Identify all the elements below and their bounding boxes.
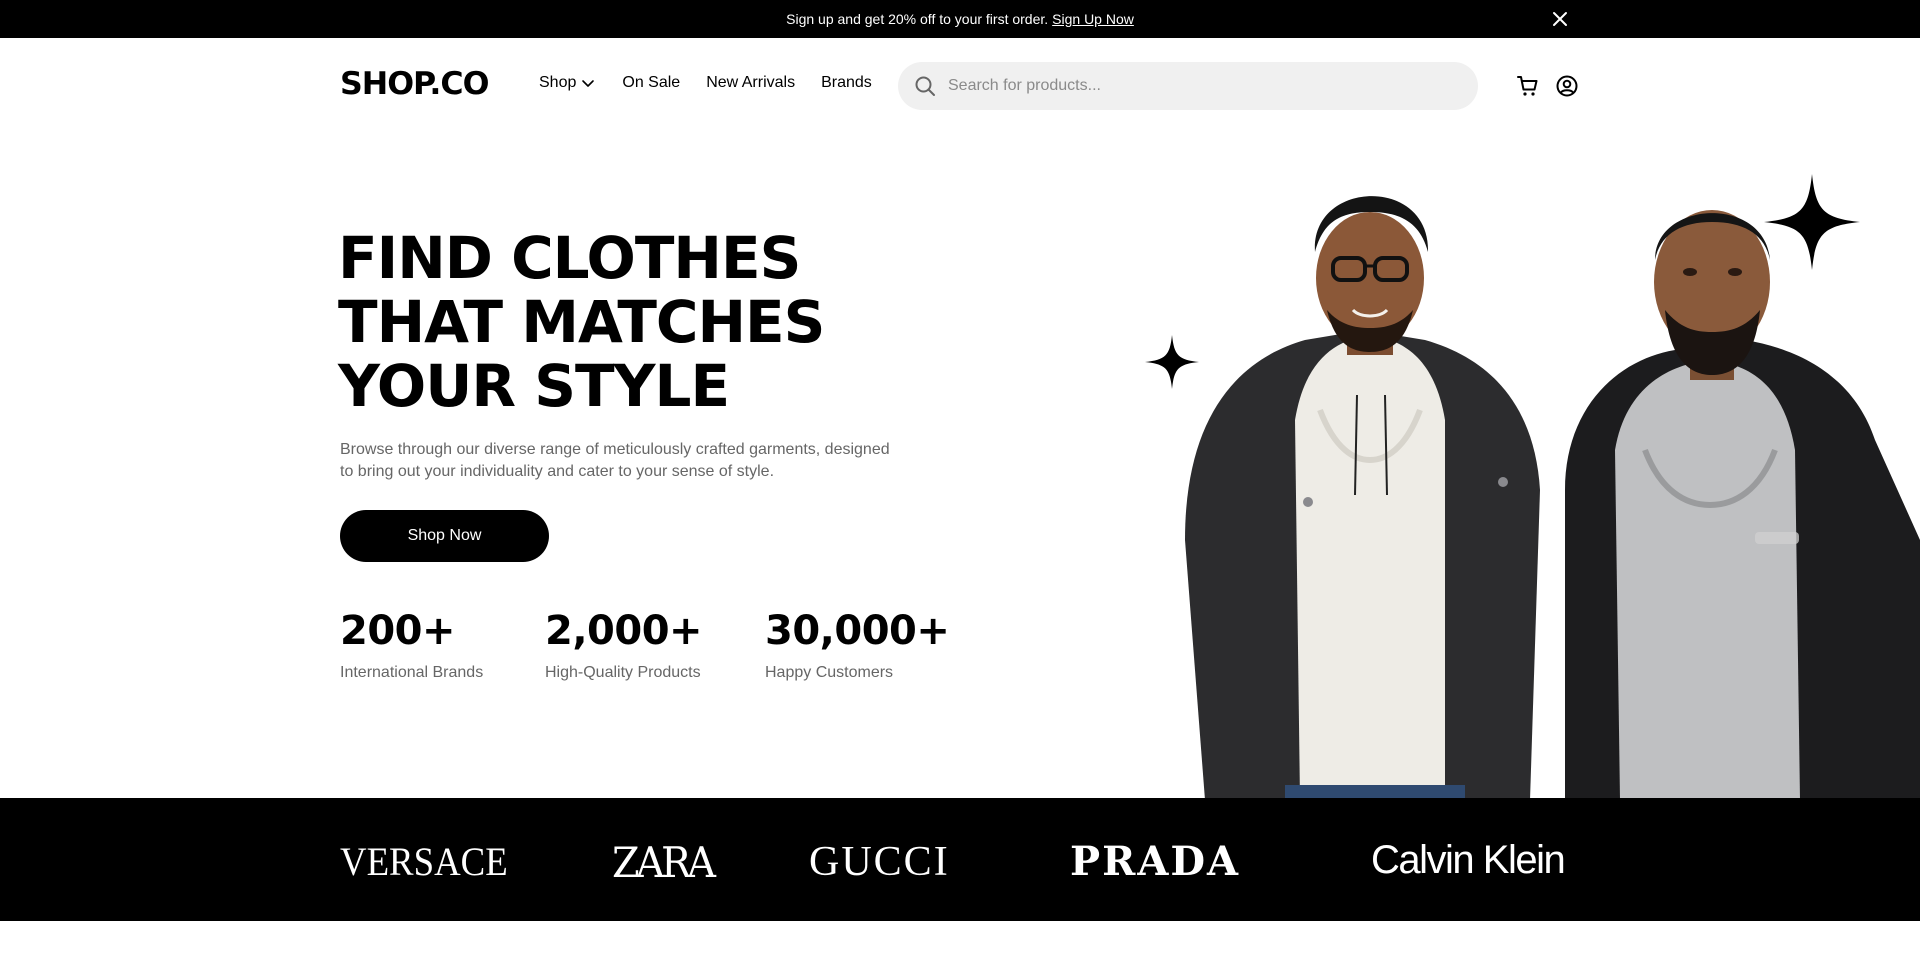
stat-value: 30,000+ [765,608,950,654]
hero-title-line: FIND CLOTHES [338,224,801,292]
stat-value: 2,000+ [545,608,703,654]
sign-up-link[interactable]: Sign Up Now [1052,11,1134,27]
search-icon [915,76,935,96]
stat-products: 2,000+ High-Quality Products [545,606,703,682]
logo[interactable]: SHOP.CO [340,66,489,102]
site-header: SHOP.CO Shop On Sale New Arrivals Brands [0,38,1920,134]
nav-item-brands[interactable]: Brands [821,74,872,92]
stat-value: 200+ [340,608,456,654]
close-icon [1553,12,1567,26]
announcement-bar: Sign up and get 20% off to your first or… [0,0,1920,38]
nav-item-new-arrivals[interactable]: New Arrivals [706,74,795,92]
main-nav: Shop On Sale New Arrivals Brands [539,74,898,92]
search-bar[interactable] [898,62,1478,110]
hero-title: FIND CLOTHES THAT MATCHES YOUR STYLE [338,226,938,418]
model-right [1565,210,1920,800]
nav-item-label: New Arrivals [706,74,796,91]
shop-now-button[interactable]: Shop Now [340,510,549,562]
hero-title-line: THAT MATCHES [338,288,825,356]
brands-strip: VERSACE ZARA GUCCI PRADA Calvin Klein [0,798,1920,921]
account-button[interactable] [1555,74,1579,98]
cart-button[interactable] [1516,74,1540,98]
sparkle-large-icon [1764,174,1860,270]
sparkle-small-icon [1145,335,1199,389]
stat-label: High-Quality Products [545,664,701,681]
brand-logo-gucci: GUCCI [809,839,950,885]
announcement-text: Sign up and get 20% off to your first or… [786,11,1049,27]
stat-customers: 30,000+ Happy Customers [765,606,950,682]
brand-logo-prada: PRADA [1070,838,1241,885]
model-left [1185,196,1540,800]
stat-label: International Brands [340,664,484,681]
hero-description: Browse through our diverse range of meti… [340,441,890,480]
nav-item-on-sale[interactable]: On Sale [622,74,680,92]
nav-item-shop[interactable]: Shop [539,74,596,92]
close-announcement-button[interactable] [1548,7,1572,31]
nav-item-label: Brands [821,74,872,91]
chevron-down-icon [582,80,595,87]
search-input[interactable] [948,77,1448,95]
stat-label: Happy Customers [765,664,894,681]
brand-logo-calvin-klein: Calvin Klein [1371,838,1566,882]
hero-title-line: YOUR STYLE [338,352,730,420]
brand-logo-zara: ZARA [612,838,716,887]
nav-item-label: Shop [539,74,577,91]
brand-logo-versace: VERSACE [340,839,508,884]
nav-item-label: On Sale [622,74,681,91]
user-icon [1556,75,1578,97]
cart-icon [1517,76,1538,96]
stat-brands: 200+ International Brands [340,606,483,682]
